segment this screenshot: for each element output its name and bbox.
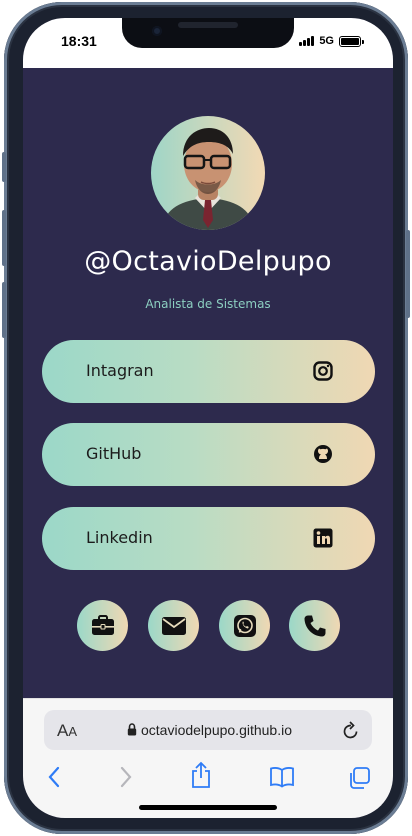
briefcase-icon xyxy=(91,614,114,635)
profile-page: @OctavioDelpupo Analista de Sistemas Int… xyxy=(23,68,393,698)
silent-switch xyxy=(2,152,6,182)
front-camera xyxy=(152,26,162,36)
status-icons: 5G xyxy=(299,35,364,47)
github-link-button[interactable]: GitHub xyxy=(42,423,375,486)
share-icon[interactable] xyxy=(190,761,212,789)
bookmarks-icon[interactable] xyxy=(269,766,295,788)
battery-icon xyxy=(339,35,364,47)
github-link-label: GitHub xyxy=(86,444,142,463)
profile-username: @OctavioDelpupo xyxy=(84,246,332,277)
notch xyxy=(122,18,294,48)
whatsapp-icon xyxy=(233,614,256,637)
volume-down-button xyxy=(2,282,6,338)
phone-screen: 18:31 5G @OctavioDelpupo Analista de Sis… xyxy=(23,18,393,818)
signal-icon xyxy=(299,36,315,46)
lock-icon xyxy=(127,723,137,736)
instagram-icon xyxy=(313,361,333,381)
linkedin-icon xyxy=(313,528,333,548)
linkedin-link-button[interactable]: Linkedin xyxy=(42,507,375,570)
home-indicator xyxy=(139,805,277,810)
instagram-link-label: Intagran xyxy=(86,361,154,380)
instagram-link-button[interactable]: Intagran xyxy=(42,340,375,403)
phone-call-button[interactable] xyxy=(289,600,340,651)
safari-browser-bar: AA octaviodelpupo.github.io xyxy=(23,698,393,818)
url-text: octaviodelpupo.github.io xyxy=(141,722,293,738)
reload-icon[interactable] xyxy=(342,720,360,740)
envelope-icon xyxy=(161,616,186,635)
avatar-portrait xyxy=(161,128,255,230)
email-button[interactable] xyxy=(148,600,199,651)
whatsapp-button[interactable] xyxy=(219,600,270,651)
speaker-grille xyxy=(178,22,238,28)
reader-aa-button[interactable]: AA xyxy=(57,721,77,741)
avatar xyxy=(151,116,265,230)
status-time: 18:31 xyxy=(61,33,97,49)
tabs-icon[interactable] xyxy=(347,766,371,790)
url-bar[interactable]: AA octaviodelpupo.github.io xyxy=(44,710,372,750)
volume-up-button xyxy=(2,210,6,266)
phone-icon xyxy=(304,615,325,636)
profile-subtitle: Analista de Sistemas xyxy=(145,297,271,311)
github-icon xyxy=(313,444,333,464)
back-icon[interactable] xyxy=(47,766,61,788)
status-bar: 18:31 5G xyxy=(23,18,393,68)
linkedin-link-label: Linkedin xyxy=(86,528,153,547)
forward-icon[interactable] xyxy=(119,766,133,788)
network-type: 5G xyxy=(319,35,334,47)
power-button xyxy=(406,230,410,318)
portfolio-button[interactable] xyxy=(77,600,128,651)
